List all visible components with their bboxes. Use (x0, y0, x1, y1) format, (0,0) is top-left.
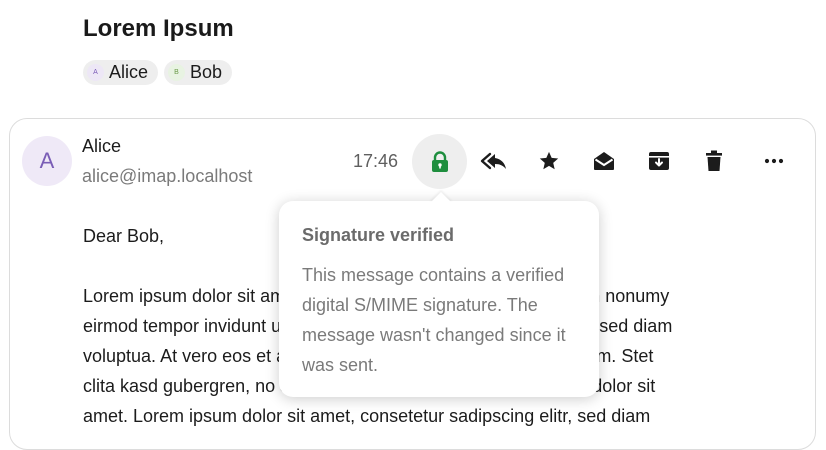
body-line: amet. Lorem ipsum dolor sit amet, conset… (83, 406, 651, 426)
sender-email[interactable]: alice@imap.localhost (82, 166, 252, 187)
mark-read-button[interactable] (584, 141, 624, 181)
participant-chips: A Alice B Bob (83, 60, 233, 85)
mark-read-icon (594, 152, 614, 170)
message-time: 17:46 (353, 151, 399, 171)
participant-name: Bob (190, 62, 223, 82)
more-button[interactable] (754, 141, 794, 181)
participant-avatar: B (168, 64, 186, 81)
popover-text: This message contains a verified digital… (302, 265, 566, 375)
participant-chip-alice[interactable]: A Alice (83, 60, 159, 85)
popover-title: Signature verified (302, 225, 455, 245)
sender-avatar[interactable]: A (22, 136, 72, 186)
trash-icon (706, 150, 722, 171)
popover-arrow (430, 192, 452, 203)
sender-name[interactable]: Alice (82, 136, 121, 157)
more-icon (764, 158, 784, 164)
delete-button[interactable] (694, 141, 734, 181)
signature-button[interactable] (412, 134, 467, 189)
archive-icon (649, 152, 669, 170)
lock-icon (431, 150, 448, 172)
reply-all-button[interactable] (474, 141, 514, 181)
thread-subject: Lorem Ipsum (83, 15, 234, 42)
participant-avatar: A (87, 64, 104, 81)
participant-name: Alice (109, 62, 149, 82)
star-button[interactable] (529, 141, 569, 181)
participant-chip-bob[interactable]: B Bob (164, 60, 233, 85)
star-icon (539, 151, 559, 170)
archive-button[interactable] (639, 141, 679, 181)
reply-all-icon (480, 152, 506, 170)
